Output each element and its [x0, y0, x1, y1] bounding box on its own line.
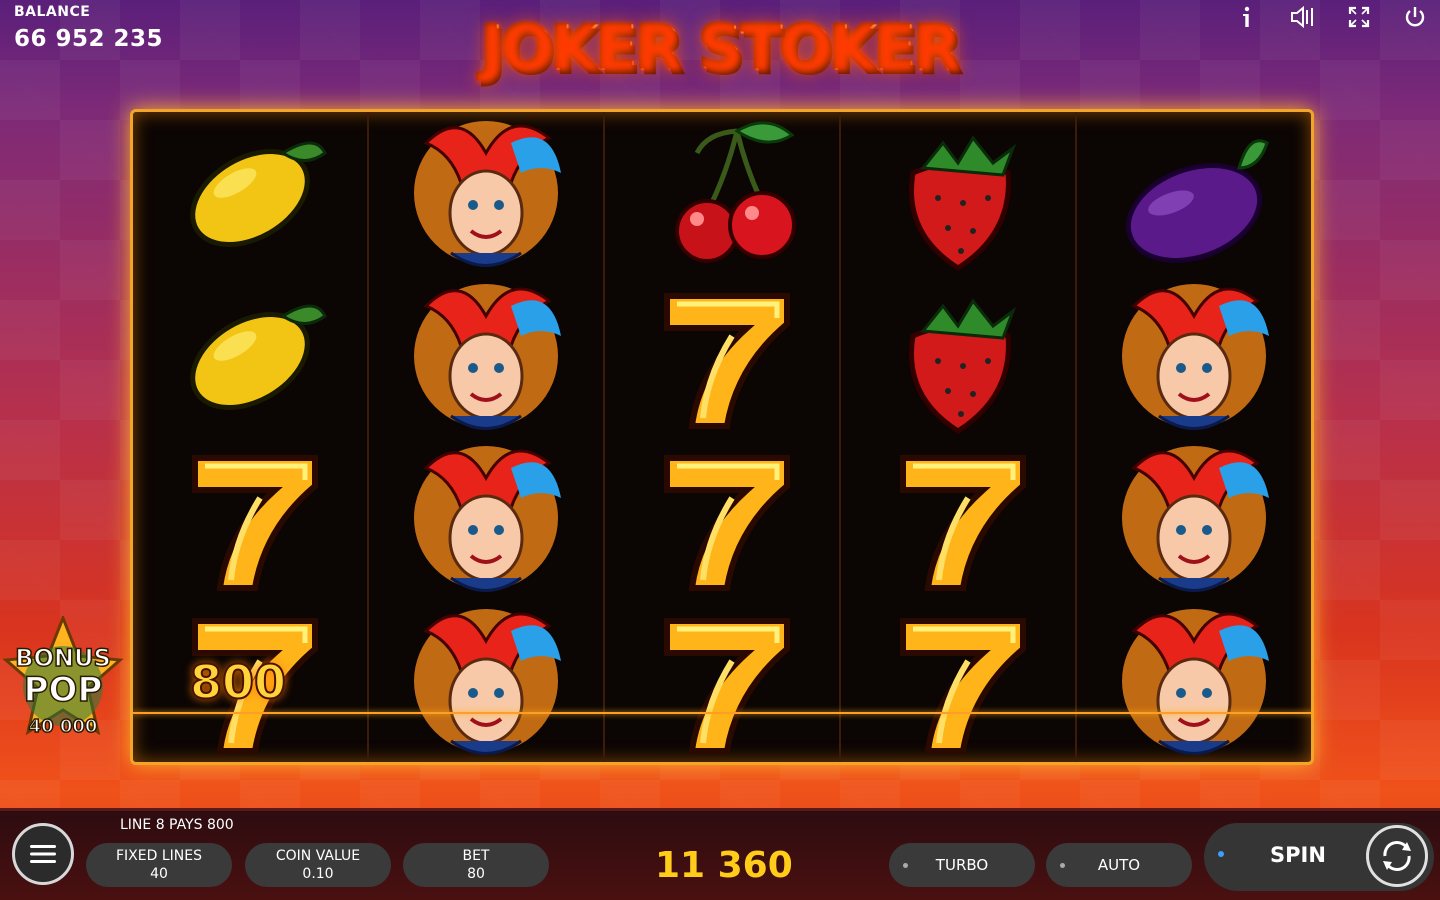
symbol-seven	[133, 437, 367, 600]
bonus-title-line2: POP	[23, 669, 103, 711]
control-bar: LINE 8 PAYS 800 FIXED LINES 40 COIN VALU…	[0, 808, 1440, 900]
joker-icon	[414, 608, 561, 755]
auto-label: AUTO	[1097, 856, 1141, 874]
bet-field[interactable]: BET 80	[403, 843, 549, 887]
spin-indicator	[1218, 851, 1224, 857]
sound-icon[interactable]	[1286, 2, 1320, 32]
line-info: LINE 8 PAYS 800	[120, 817, 234, 833]
reel-5	[1077, 112, 1311, 762]
power-icon[interactable]	[1398, 2, 1432, 32]
win-total: 11 360	[655, 845, 793, 886]
lemon-icon	[190, 141, 327, 248]
bet-value: 80	[467, 866, 485, 882]
spin-label: SPIN	[1270, 843, 1326, 867]
symbol-seven	[841, 600, 1075, 763]
fixed-lines-value: 40	[150, 866, 168, 882]
game-title-text: JOKER STOKER	[481, 12, 961, 85]
bonus-title-line1: BONUS	[14, 643, 111, 673]
seven-icon	[900, 455, 1026, 592]
symbol-cherry	[605, 112, 839, 275]
strawberry-icon	[909, 135, 1017, 272]
symbol-seven	[605, 600, 839, 763]
seven-icon	[664, 617, 790, 754]
coin-value-value: 0.10	[302, 866, 334, 882]
reel-grid	[130, 109, 1314, 765]
seven-icon	[664, 455, 790, 592]
symbol-joker	[369, 275, 603, 438]
plum-icon	[1125, 139, 1269, 264]
auto-indicator	[1060, 862, 1065, 868]
menu-button[interactable]	[12, 823, 74, 885]
coin-value-field[interactable]: COIN VALUE 0.10	[245, 843, 391, 887]
symbol-joker	[369, 112, 603, 275]
turbo-toggle[interactable]: TURBO	[889, 843, 1035, 887]
joker-icon	[1122, 283, 1269, 430]
strawberry-icon	[909, 298, 1017, 434]
cherry-icon	[675, 121, 796, 264]
bet-label: BET	[462, 848, 490, 864]
fixed-lines-label: FIXED LINES	[116, 848, 202, 864]
reel-3	[605, 112, 841, 762]
turbo-indicator	[903, 862, 908, 868]
symbol-strawberry	[841, 275, 1075, 438]
joker-icon	[414, 446, 561, 593]
seven-icon	[900, 617, 1026, 754]
symbol-joker	[1077, 600, 1311, 763]
seven-icon	[192, 455, 318, 592]
auto-toggle[interactable]: AUTO	[1046, 843, 1192, 887]
symbol-joker	[1077, 437, 1311, 600]
symbol-joker	[1077, 275, 1311, 438]
symbol-lemon	[133, 112, 367, 275]
reel-2	[369, 112, 605, 762]
joker-icon	[414, 121, 561, 268]
symbol-seven	[841, 437, 1075, 600]
symbol-strawberry	[841, 112, 1075, 275]
fixed-lines-field[interactable]: FIXED LINES 40	[86, 843, 232, 887]
symbol-seven	[605, 437, 839, 600]
symbol-lemon	[133, 275, 367, 438]
lemon-icon	[190, 304, 327, 410]
bonus-pop-badge: BONUS POP 40 000	[2, 613, 124, 744]
reel-4	[841, 112, 1077, 762]
fullscreen-icon[interactable]	[1342, 2, 1376, 32]
seven-icon	[664, 292, 790, 429]
hamburger-icon	[30, 845, 56, 863]
info-icon[interactable]	[1230, 2, 1264, 32]
joker-icon	[1122, 446, 1269, 593]
spin-button[interactable]: SPIN	[1204, 823, 1434, 891]
bonus-value: 40 000	[28, 715, 98, 738]
symbol-joker	[369, 437, 603, 600]
turbo-label: TURBO	[935, 856, 989, 874]
symbol-seven	[605, 275, 839, 438]
spin-arrows-icon	[1366, 825, 1428, 887]
joker-icon	[1122, 608, 1269, 755]
reel-win-amount: 800	[189, 654, 287, 710]
joker-icon	[414, 283, 561, 430]
symbol-joker	[369, 600, 603, 763]
top-toolbar	[1230, 2, 1432, 32]
game-title: JOKER STOKER	[0, 12, 1440, 85]
symbol-plum	[1077, 112, 1311, 275]
coin-value-label: COIN VALUE	[275, 848, 361, 864]
winning-payline	[133, 712, 1314, 714]
